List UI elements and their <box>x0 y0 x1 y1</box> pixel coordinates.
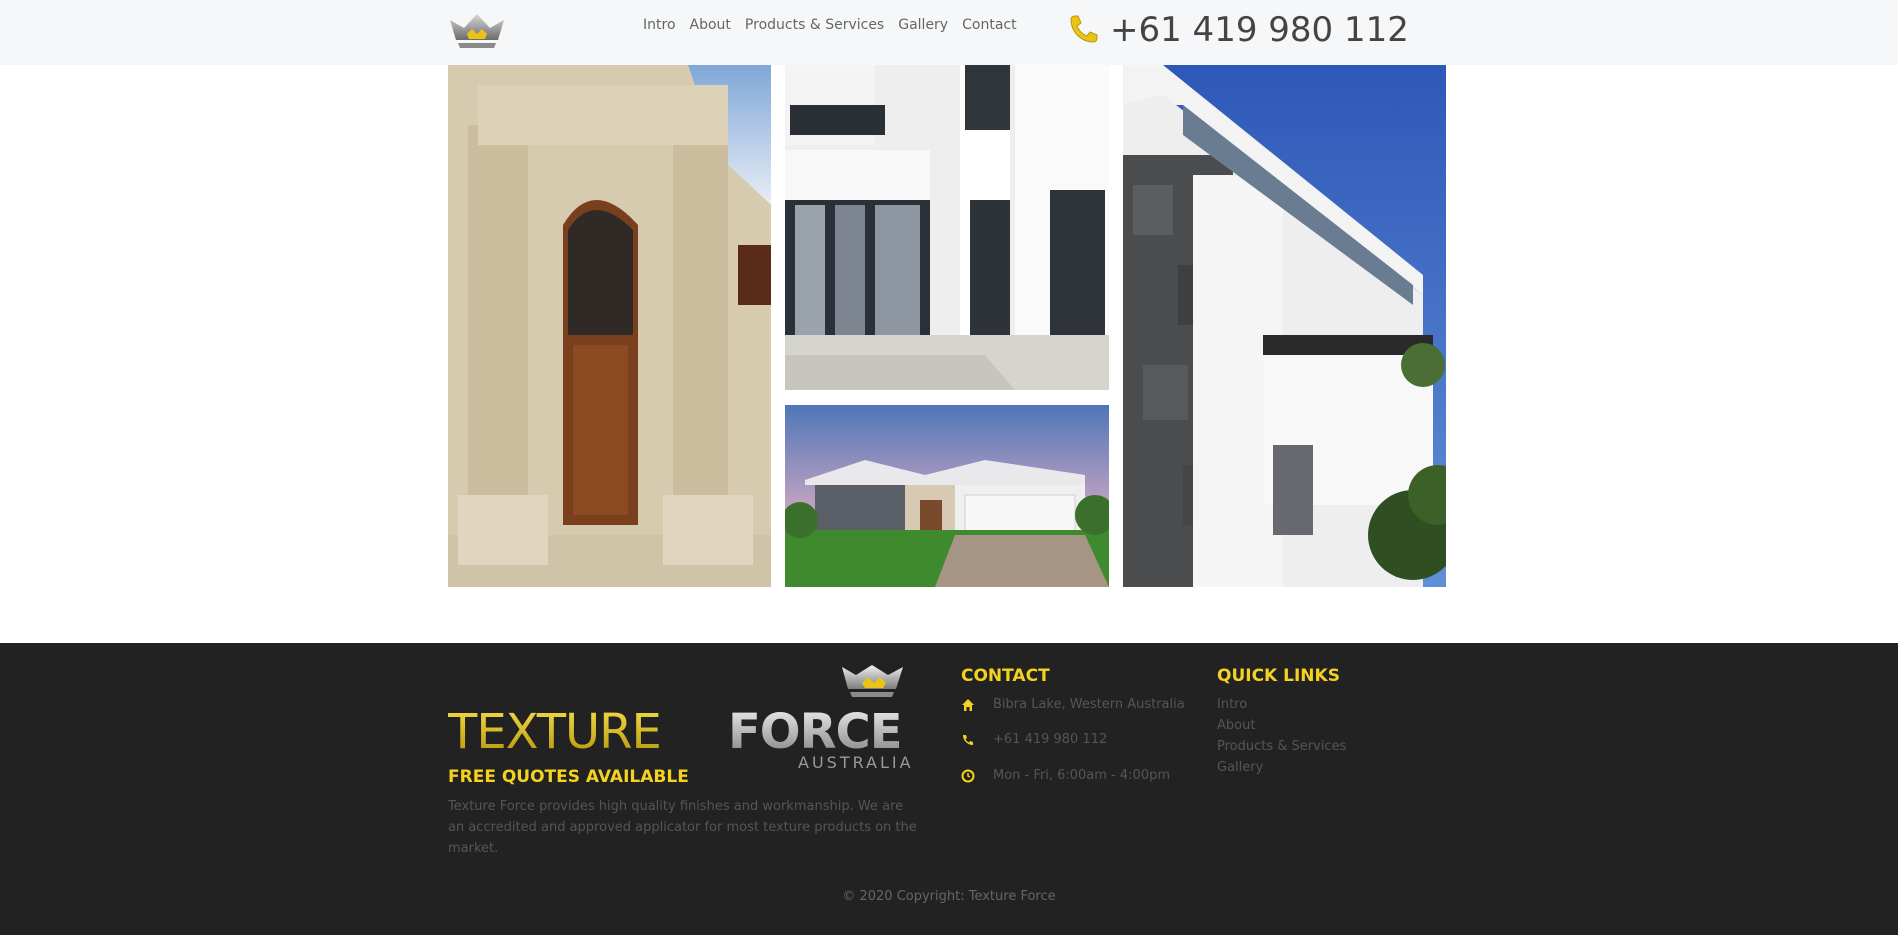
main-nav: Intro About Products & Services Gallery … <box>643 16 1031 34</box>
logo-word-texture: TEXTURE <box>448 704 661 760</box>
gallery-image-modern-house[interactable] <box>785 65 1109 390</box>
quick-links: Intro About Products & Services Gallery <box>1217 694 1346 778</box>
logo-word-force: FORCE <box>728 704 902 760</box>
nav-about[interactable]: About <box>690 16 731 34</box>
contact-address: Bibra Lake, Western Australia <box>961 697 1185 712</box>
texture-force-logo[interactable]: TEXTURE FORCE AUSTRALIA <box>448 665 935 771</box>
nav-intro[interactable]: Intro <box>643 16 676 34</box>
nav-products-services[interactable]: Products & Services <box>745 16 884 34</box>
contact-address-text: Bibra Lake, Western Australia <box>993 697 1185 712</box>
free-quotes-heading: FREE QUOTES AVAILABLE <box>448 767 689 787</box>
contact-heading: CONTACT <box>961 666 1050 686</box>
phone-icon <box>963 734 973 745</box>
gallery-image-single-storey-house[interactable] <box>785 405 1109 587</box>
gallery-image-entrance[interactable] <box>448 65 771 587</box>
nav-contact[interactable]: Contact <box>962 16 1016 34</box>
site-header: Intro About Products & Services Gallery … <box>0 0 1898 65</box>
home-icon <box>962 698 974 711</box>
contact-phone-text[interactable]: +61 419 980 112 <box>993 732 1107 747</box>
contact-hours-text: Mon - Fri, 6:00am - 4:00pm <box>993 768 1171 783</box>
about-text: Texture Force provides high quality fini… <box>448 799 917 856</box>
quick-link-intro[interactable]: Intro <box>1217 694 1346 715</box>
header-phone[interactable]: +61 419 980 112 <box>1066 10 1409 50</box>
header-phone-number[interactable]: +61 419 980 112 <box>1110 10 1409 50</box>
quick-links-heading: QUICK LINKS <box>1217 666 1340 686</box>
contact-hours: Mon - Fri, 6:00am - 4:00pm <box>961 768 1170 783</box>
clock-icon <box>961 769 975 782</box>
nav-gallery[interactable]: Gallery <box>898 16 948 34</box>
crown-logo-icon[interactable] <box>448 12 506 50</box>
logo-word-australia: AUSTRALIA <box>798 753 914 771</box>
copyright: © 2020 Copyright: Texture Force <box>842 889 1056 904</box>
contact-phone[interactable]: +61 419 980 112 <box>961 732 1107 747</box>
quick-link-gallery[interactable]: Gallery <box>1217 757 1346 778</box>
phone-icon <box>1070 15 1098 43</box>
quick-link-products-services[interactable]: Products & Services <box>1217 736 1346 757</box>
gallery-image-white-house[interactable] <box>1123 65 1446 587</box>
quick-link-about[interactable]: About <box>1217 715 1346 736</box>
